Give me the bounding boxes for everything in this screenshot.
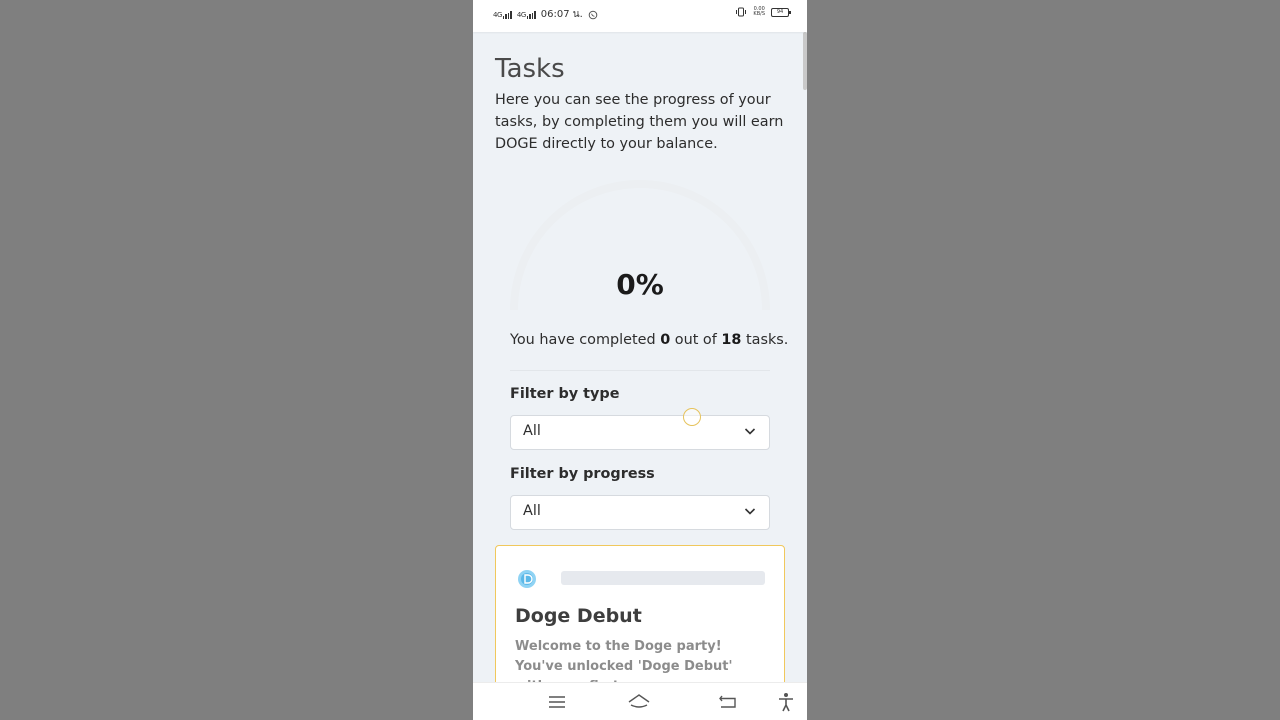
filter-progress-value: All xyxy=(523,503,541,519)
phone-screen: 4G 4G 06:07 น. 0.00 KB/S 94 Tasks Here y… xyxy=(473,0,807,720)
filter-type-select[interactable]: All xyxy=(510,415,770,450)
task-title: Doge Debut xyxy=(515,605,642,627)
back-icon[interactable] xyxy=(717,691,739,713)
task-description: Welcome to the Doge party! You've unlock… xyxy=(515,639,733,682)
vibrate-icon xyxy=(736,7,747,17)
completed-summary: You have completed 0 out of 18 tasks. xyxy=(510,332,789,348)
page-intro: Here you can see the progress of your ta… xyxy=(495,92,784,152)
signal-bars-icon xyxy=(526,10,536,19)
clock: 06:07 น. xyxy=(540,9,583,20)
chevron-down-icon xyxy=(744,428,756,435)
accessibility-icon[interactable] xyxy=(775,691,797,713)
signal-bars-icon xyxy=(502,10,512,19)
progress-percent: 0% xyxy=(616,268,664,301)
tasks-page[interactable]: Tasks Here you can see the progress of y… xyxy=(473,32,807,682)
doge-coin-icon xyxy=(518,570,536,588)
chevron-down-icon xyxy=(744,508,756,515)
task-card[interactable]: Doge Debut Welcome to the Doge party! Yo… xyxy=(495,545,785,682)
signal-1: 4G xyxy=(493,10,512,19)
filter-progress-select[interactable]: All xyxy=(510,495,770,530)
filter-progress-label: Filter by progress xyxy=(510,466,655,482)
completed-count: 0 xyxy=(660,332,671,348)
network-speed: 0.00 KB/S xyxy=(753,6,765,17)
scrollbar[interactable] xyxy=(803,32,807,90)
total-count: 18 xyxy=(721,332,742,348)
loading-placeholder xyxy=(561,571,765,585)
battery-icon: 94 xyxy=(771,7,791,17)
signal-2: 4G xyxy=(517,10,536,19)
page-title: Tasks xyxy=(495,54,565,84)
divider xyxy=(510,370,770,371)
filter-type-label: Filter by type xyxy=(510,386,620,402)
touch-indicator xyxy=(683,408,701,426)
status-bar: 4G 4G 06:07 น. 0.00 KB/S 94 xyxy=(473,0,807,32)
home-icon[interactable] xyxy=(628,691,650,713)
filter-type-value: All xyxy=(523,423,541,439)
system-nav-bar xyxy=(473,682,807,720)
whatsapp-icon xyxy=(588,10,598,19)
menu-icon[interactable] xyxy=(546,691,568,713)
